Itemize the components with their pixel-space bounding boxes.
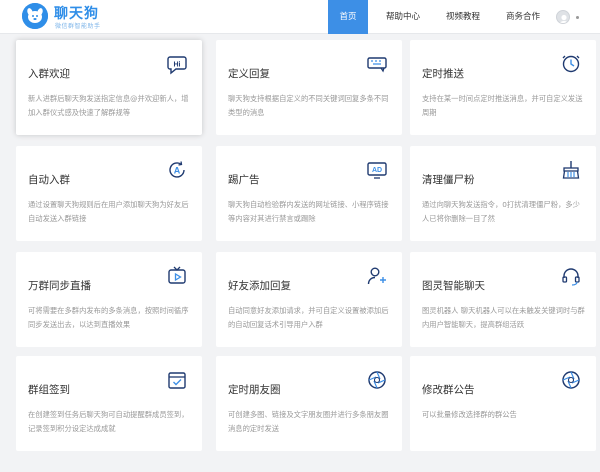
nav-video-tutorials[interactable]: 视频教程: [446, 0, 480, 34]
card-title: 图灵智能聊天: [422, 280, 485, 292]
checkin-icon: [166, 369, 188, 391]
card-title: 好友添加回复: [228, 280, 291, 292]
feature-card-auto-join[interactable]: 自动入群 通过设置聊天狗规则后在用户添加聊天狗为好友后自动发送入群链接 A: [16, 146, 202, 241]
feature-card-kick-ads[interactable]: 踢广告 聊天狗自动检验群内发送的网址链接、小程序链接等内容对其进行禁言或踢除 A…: [216, 146, 402, 241]
card-description: 通过设置聊天狗规则后在用户添加聊天狗为好友后自动发送入群链接: [28, 200, 189, 223]
brand-tagline: 微信群智能助手: [55, 23, 101, 30]
feature-card-turing-chat[interactable]: 图灵智能聊天 图灵机器人 聊天机器人可以在未触发关键词时与群内用户智能聊天，提高…: [410, 252, 596, 347]
card-description: 新人进群后聊天狗发送指定信息@并欢迎新人，增加入群仪式感及快速了解群规等: [28, 94, 189, 117]
nav-help-center[interactable]: 帮助中心: [386, 0, 420, 34]
brand-logo[interactable]: 聊天狗 微信群智能助手: [22, 3, 132, 31]
feature-card-timed-moments[interactable]: 定时朋友圈 可创建多图、链接及文字朋友圈并进行多条朋友圈消息的定时发送: [216, 356, 402, 451]
card-description: 可以批量修改选择群的群公告: [422, 410, 517, 419]
feature-card-scheduled-push[interactable]: 定时推送 支持在某一时间点定时推送消息，并可自定义发送周期: [410, 40, 596, 135]
scroll-down-chevron-icon[interactable]: [296, 466, 304, 472]
top-navbar: 聊天狗 微信群智能助手 首页 帮助中心 视频教程 商务合作: [0, 0, 600, 34]
card-title: 自动入群: [28, 174, 70, 186]
hi-speech-icon: Hi: [166, 53, 188, 75]
feature-card-welcome[interactable]: 入群欢迎 新人进群后聊天狗发送指定信息@并欢迎新人，增加入群仪式感及快速了解群规…: [16, 40, 202, 135]
svg-text:AD: AD: [372, 167, 382, 174]
card-description: 自动同意好友添加请求，并可自定义设置被添加后的自动回复话术引导用户入群: [228, 306, 389, 329]
broom-icon: [560, 159, 582, 181]
card-title: 万群同步直播: [28, 280, 91, 292]
feature-card-friend-reply[interactable]: 好友添加回复 自动同意好友添加请求，并可自定义设置被添加后的自动回复话术引导用户…: [216, 252, 402, 347]
card-description: 聊天狗自动检验群内发送的网址链接、小程序链接等内容对其进行禁言或踢除: [228, 200, 389, 223]
clock-icon: [560, 53, 582, 75]
ad-icon: AD: [366, 159, 388, 181]
feature-card-group-checkin[interactable]: 群组签到 在创建签到任务后聊天狗可自动提醒群成员签到，记录签到积分设定达成成就: [16, 356, 202, 451]
card-title: 定时朋友圈: [228, 384, 281, 396]
card-title: 入群欢迎: [28, 68, 70, 80]
nav-business[interactable]: 商务合作: [506, 0, 540, 34]
feature-card-clean-zombies[interactable]: 清理僵尸粉 通过向聊天狗发送指令，0打扰清理僵尸粉，多少人已将你删除一目了然: [410, 146, 596, 241]
dog-logo-icon: [22, 3, 48, 29]
auto-a-icon: A: [166, 159, 188, 181]
card-description: 通过向聊天狗发送指令，0打扰清理僵尸粉，多少人已将你删除一目了然: [422, 200, 580, 223]
card-title: 群组签到: [28, 384, 70, 396]
card-description: 支持在某一时间点定时推送消息，并可自定义发送周期: [422, 94, 583, 117]
card-title: 定时推送: [422, 68, 464, 80]
aperture-icon: [560, 369, 582, 391]
add-friend-icon: [366, 265, 388, 287]
card-title: 清理僵尸粉: [422, 174, 475, 186]
nav-home[interactable]: 首页: [328, 0, 368, 34]
card-description: 在创建签到任务后聊天狗可自动提醒群成员签到，记录签到积分设定达成成就: [28, 410, 189, 433]
svg-text:Hi: Hi: [174, 62, 181, 69]
card-title: 定义回复: [228, 68, 270, 80]
aperture-icon: [366, 369, 388, 391]
svg-text:A: A: [174, 166, 181, 176]
feature-card-custom-reply[interactable]: 定义回复 聊天狗支持根据自定义的不同关键词回复多条不同类型的消息: [216, 40, 402, 135]
card-description: 聊天狗支持根据自定义的不同关键词回复多条不同类型的消息: [228, 94, 389, 117]
user-avatar[interactable]: [556, 10, 570, 24]
card-description: 可创建多图、链接及文字朋友圈并进行多条朋友圈消息的定时发送: [228, 410, 389, 433]
card-title: 修改群公告: [422, 384, 475, 396]
brand-name: 聊天狗: [54, 6, 99, 22]
user-icon: [559, 14, 569, 23]
user-menu-dot[interactable]: [576, 16, 579, 19]
live-icon: [166, 265, 188, 287]
card-description: 可将需要在多群内发布的多条消息，按照时间循序同步发送出去，以达到直播效果: [28, 306, 189, 329]
keyboard-chat-icon: [366, 53, 388, 75]
card-title: 踢广告: [228, 174, 260, 186]
headset-icon: [560, 265, 582, 287]
feature-card-live-sync[interactable]: 万群同步直播 可将需要在多群内发布的多条消息，按照时间循序同步发送出去，以达到直…: [16, 252, 202, 347]
feature-card-edit-announcement[interactable]: 修改群公告 可以批量修改选择群的群公告: [410, 356, 596, 451]
card-description: 图灵机器人 聊天机器人可以在未触发关键词时与群内用户智能聊天，提高群组活跃: [422, 306, 585, 329]
